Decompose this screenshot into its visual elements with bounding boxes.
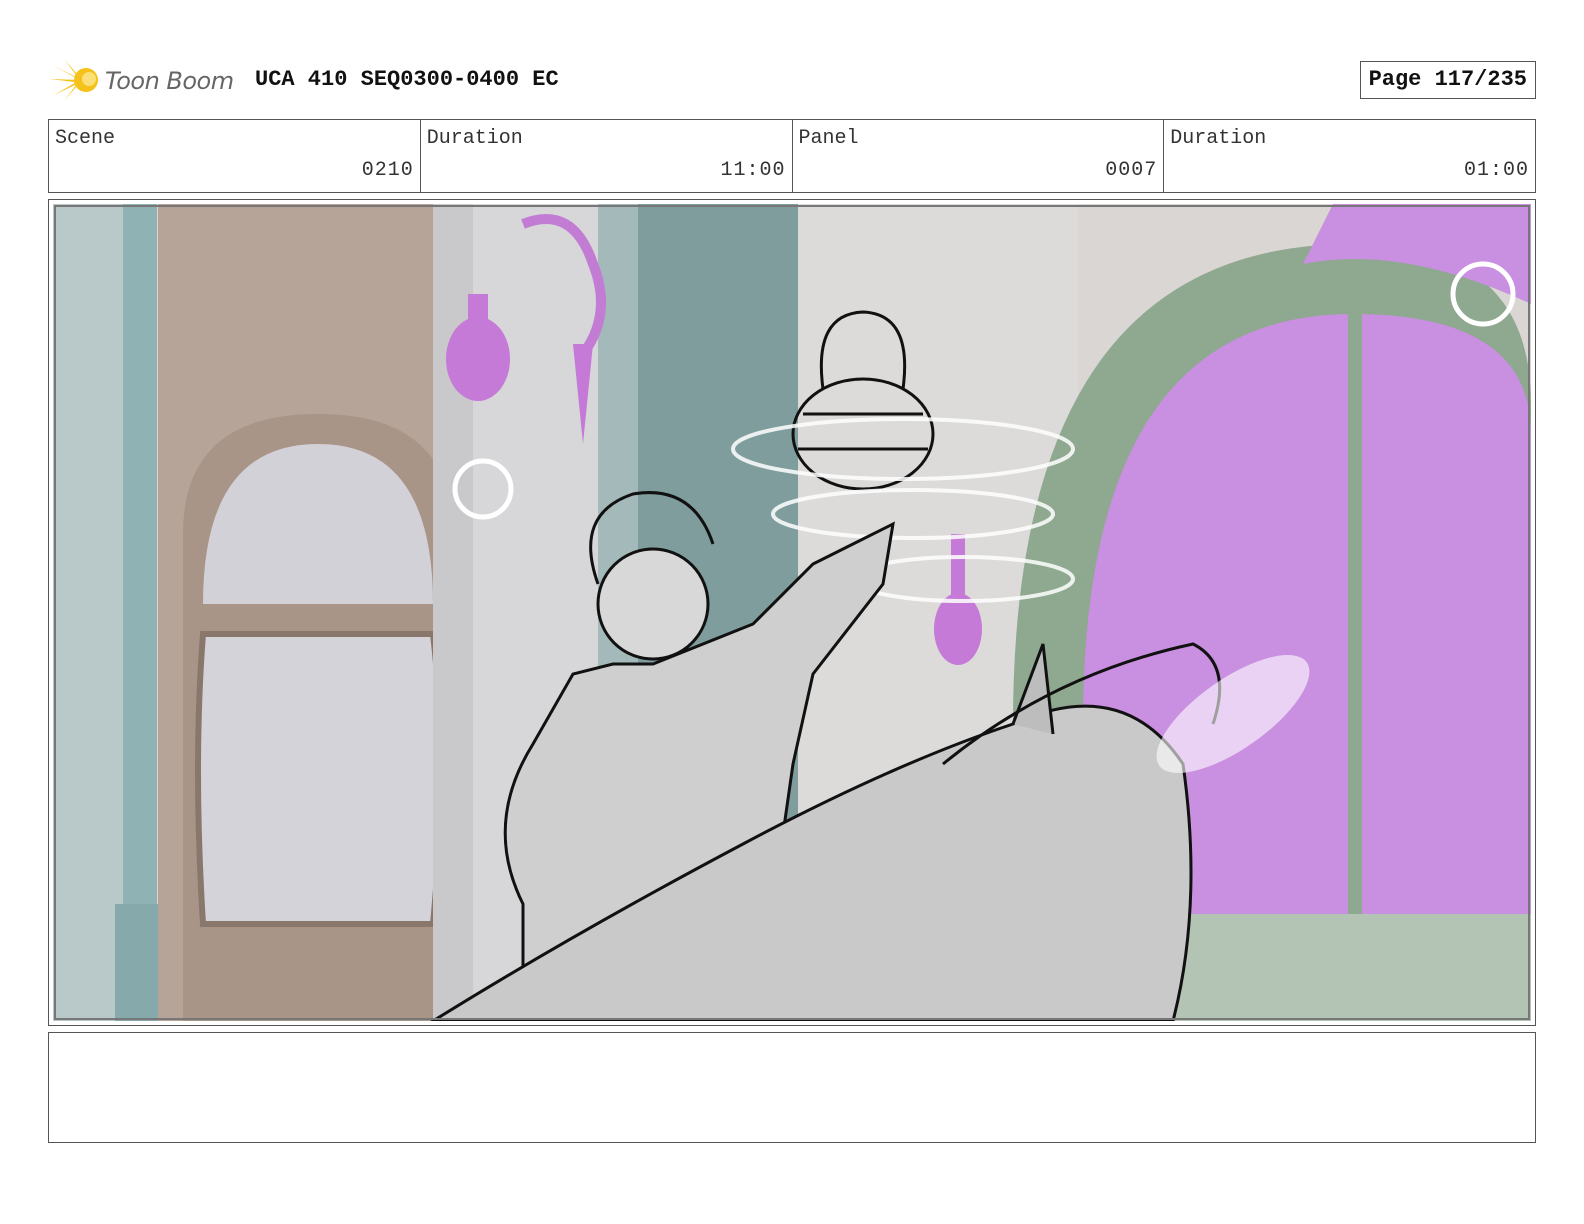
panel-illustration	[53, 204, 1531, 1021]
logo-text: Toon Boom	[105, 67, 234, 95]
project-title: UCA 410 SEQ0300-0400 EC	[255, 67, 559, 92]
panel-artwork	[53, 204, 1531, 1021]
panel-duration-label: Duration	[1170, 127, 1267, 150]
scene-duration-value: 11:00	[720, 159, 786, 182]
starburst-icon	[50, 59, 98, 101]
panel-cell: Panel 0007	[793, 120, 1165, 192]
scene-value: 0210	[361, 159, 414, 182]
scene-label: Scene	[55, 127, 116, 150]
storyboard-panel	[48, 199, 1536, 1026]
panel-value: 0007	[1105, 159, 1158, 182]
toon-boom-logo: Toon Boom	[50, 57, 240, 103]
panel-duration-value: 01:00	[1463, 159, 1529, 182]
panel-duration-cell: Duration 01:00	[1164, 120, 1535, 192]
panel-info-row: Scene 0210 Duration 11:00 Panel 0007 Dur…	[48, 119, 1536, 193]
page-number: Page 117/235	[1359, 61, 1536, 99]
scene-duration-label: Duration	[426, 127, 523, 150]
scene-duration-cell: Duration 11:00	[421, 120, 793, 192]
panel-notes	[48, 1032, 1536, 1143]
panel-label: Panel	[798, 127, 859, 150]
storyboard-header: Toon Boom UCA 410 SEQ0300-0400 EC Page 1…	[50, 55, 1536, 105]
scene-cell: Scene 0210	[49, 120, 421, 192]
